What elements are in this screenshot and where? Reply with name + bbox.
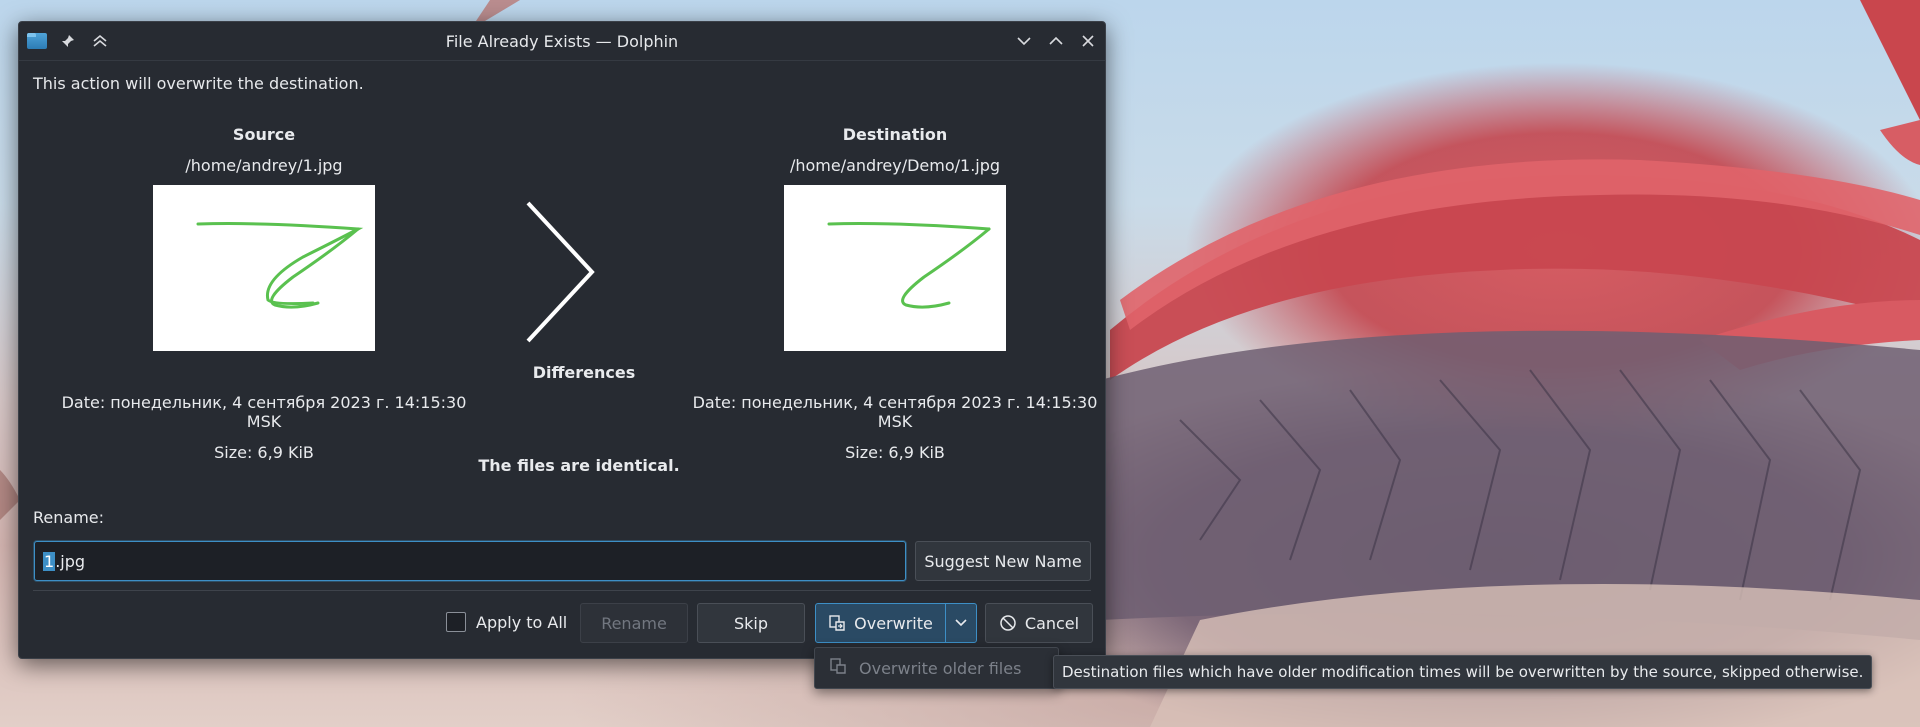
checkbox-box[interactable] [446,612,466,632]
apply-to-all-checkbox[interactable]: Apply to All [446,612,567,632]
cancel-icon [1000,615,1016,631]
copy-overwrite-icon [829,615,845,631]
rename-input[interactable]: 1 .jpg [34,541,906,581]
chevron-down-icon[interactable] [1013,30,1035,52]
tooltip: Destination files which have older modif… [1053,655,1873,689]
destination-panel: Destination /home/andrey/Demo/1.jpg Date… [675,125,1115,462]
copy-overwrite-icon [829,657,847,679]
source-path: /home/andrey/1.jpg [185,156,343,175]
chevron-up-icon[interactable] [1045,30,1067,52]
rename-label: Rename: [33,508,105,527]
divider [33,590,1091,591]
destination-date: Date: понедельник, 4 сентября 2023 г. 14… [692,393,1098,431]
skip-button[interactable]: Skip [697,603,805,643]
overwrite-older-files-item[interactable]: Overwrite older files [859,659,1021,678]
suggest-new-name-button[interactable]: Suggest New Name [915,541,1091,581]
differences-heading: Differences [532,363,636,382]
rename-input-selection: 1 [43,551,56,571]
destination-path: /home/andrey/Demo/1.jpg [789,156,1001,175]
source-panel: Source /home/andrey/1.jpg Date: понедель… [44,125,484,462]
cancel-label: Cancel [1024,613,1080,633]
title-bar[interactable]: File Already Exists — Dolphin [19,22,1105,61]
overwrite-menu: Overwrite older files [814,647,1059,689]
apply-to-all-label: Apply to All [476,612,568,632]
source-thumbnail [153,185,375,351]
overwrite-menu-toggle[interactable] [945,604,976,642]
rename-button[interactable]: Rename [580,603,688,643]
window-title: File Already Exists — Dolphin [445,31,679,51]
close-icon[interactable] [1077,30,1099,52]
destination-heading: Destination [842,125,948,144]
overwrite-split-button: Overwrite [815,603,977,643]
source-heading: Source [232,125,296,144]
destination-thumbnail [784,185,1006,351]
overwrite-button[interactable]: Overwrite [816,604,945,642]
cancel-button[interactable]: Cancel [985,603,1093,643]
comparison-result: The files are identical. [478,456,680,475]
overwrite-label: Overwrite [854,613,933,633]
overwrite-message: This action will overwrite the destinati… [33,74,364,93]
source-date: Date: понедельник, 4 сентября 2023 г. 14… [61,393,467,431]
rename-input-extension: .jpg [55,551,86,571]
chevron-right-icon [526,201,595,343]
file-exists-dialog: File Already Exists — Dolphin This actio… [18,21,1106,659]
chevron-down-icon [955,619,967,627]
